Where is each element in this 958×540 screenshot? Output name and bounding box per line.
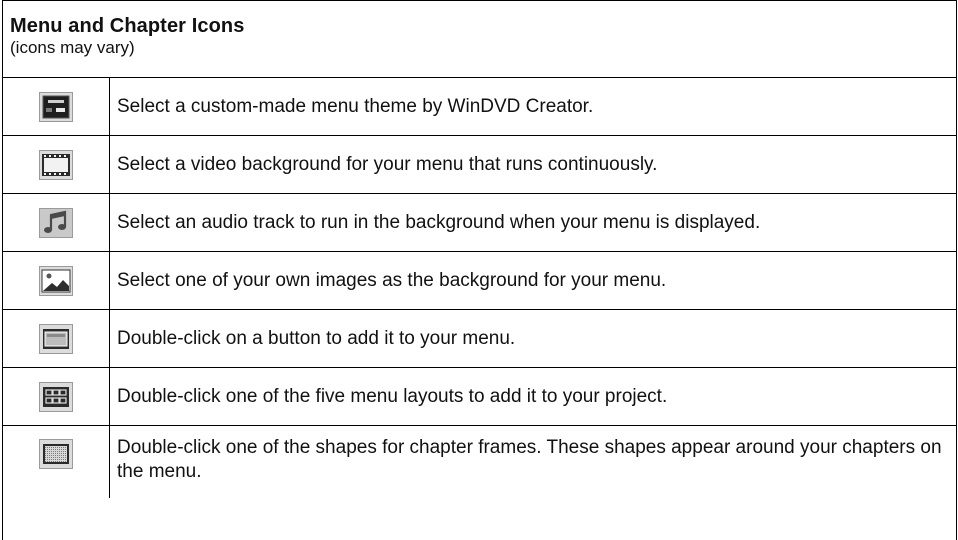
video-background-icon xyxy=(39,149,73,180)
icon-cell xyxy=(3,136,110,193)
table-row: Double-click one of the shapes for chapt… xyxy=(3,426,956,498)
icon-cell xyxy=(3,78,110,135)
chapter-frame-icon xyxy=(39,439,73,469)
table-title: Menu and Chapter Icons xyxy=(10,15,245,37)
icon-cell xyxy=(3,426,110,498)
audio-track-icon xyxy=(39,207,73,238)
row-description: Double-click on a button to add it to yo… xyxy=(117,327,516,349)
icon-cell xyxy=(3,368,110,425)
row-description: Select an audio track to run in the back… xyxy=(117,211,761,233)
icon-cell xyxy=(3,194,110,251)
menu-theme-icon xyxy=(39,91,73,122)
table-row: Select an audio track to run in the back… xyxy=(3,194,956,252)
image-background-icon xyxy=(39,265,73,296)
icon-cell xyxy=(3,252,110,309)
button-icon xyxy=(39,323,73,354)
row-description: Select a custom-made menu theme by WinDV… xyxy=(117,95,594,117)
icon-cell xyxy=(3,310,110,367)
row-description: Select one of your own images as the bac… xyxy=(117,269,667,291)
table-row: Select one of your own images as the bac… xyxy=(3,252,956,310)
table-row: Double-click one of the five menu layout… xyxy=(3,368,956,426)
row-description: Select a video background for your menu … xyxy=(117,153,658,175)
table-row: Double-click on a button to add it to yo… xyxy=(3,310,956,368)
table-subtitle: (icons may vary) xyxy=(10,38,135,57)
icons-table: Menu and Chapter Icons (icons may vary) … xyxy=(2,0,957,540)
table-row: Select a custom-made menu theme by WinDV… xyxy=(3,78,956,136)
menu-layout-icon xyxy=(39,381,73,412)
table-row: Select a video background for your menu … xyxy=(3,136,956,194)
row-description: Double-click one of the five menu layout… xyxy=(117,385,668,407)
table-header: Menu and Chapter Icons (icons may vary) xyxy=(3,1,956,78)
row-description: Double-click one of the shapes for chapt… xyxy=(117,437,942,482)
